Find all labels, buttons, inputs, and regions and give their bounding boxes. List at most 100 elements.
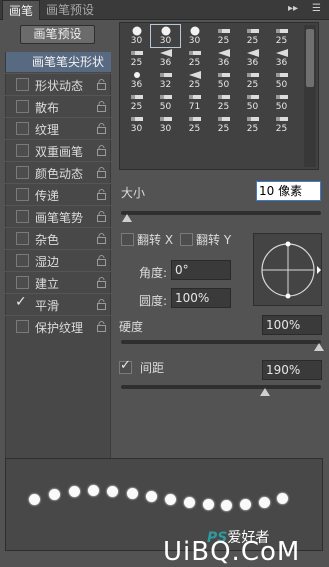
brush-tip-cell[interactable]: 36 <box>209 47 238 69</box>
size-slider-track[interactable] <box>121 211 321 215</box>
brush-tip-cell[interactable]: 25 <box>267 113 296 135</box>
lock-icon[interactable] <box>97 299 106 310</box>
option-scattering[interactable]: 散布 <box>5 95 111 117</box>
brush-tip-cell[interactable]: 50 <box>267 91 296 113</box>
color-dynamics-checkbox[interactable] <box>16 166 29 179</box>
brush-tip-cell[interactable]: 25 <box>267 25 296 47</box>
hardness-input[interactable]: 100% <box>262 315 322 335</box>
lock-icon[interactable] <box>97 79 106 90</box>
spacing-input[interactable]: 190% <box>262 360 322 380</box>
lock-icon[interactable] <box>97 277 106 288</box>
lock-icon[interactable] <box>97 321 106 332</box>
scroll-thumb[interactable] <box>306 29 314 87</box>
spacing-checkbox[interactable]: ✓ <box>119 358 132 374</box>
size-slider-thumb[interactable] <box>122 214 132 222</box>
brush-tip-cell[interactable]: 36 <box>238 47 267 69</box>
shape-dynamics-checkbox[interactable] <box>16 78 29 91</box>
brush-tip-cell[interactable]: 50 <box>209 69 238 91</box>
brush-tip-cell[interactable]: 30 <box>122 25 151 47</box>
option-texture[interactable]: 纹理 <box>5 117 111 139</box>
lock-icon[interactable] <box>97 233 106 244</box>
brush-tip-cell[interactable]: 71 <box>180 91 209 113</box>
brush-tip-icon <box>274 48 290 58</box>
brush-tip-cell[interactable]: 30 <box>151 113 180 135</box>
option-dual-brush[interactable]: 双重画笔 <box>5 139 111 161</box>
lock-icon[interactable] <box>97 255 106 266</box>
option-transfer[interactable]: 传递 <box>5 183 111 205</box>
spacing-slider-track[interactable] <box>121 385 321 389</box>
brush-tip-cell[interactable]: 36 <box>267 47 296 69</box>
option-noise[interactable]: 杂色 <box>5 227 111 249</box>
checkmark-icon[interactable]: ✓ <box>15 294 27 310</box>
lock-icon[interactable] <box>97 189 106 200</box>
brush-tip-size: 71 <box>188 102 201 112</box>
texture-checkbox[interactable] <box>16 122 29 135</box>
brush-tip-cell[interactable]: 50 <box>238 91 267 113</box>
angle-crosshair-icon[interactable] <box>254 234 323 307</box>
brush-tip-cell[interactable]: 25 <box>180 113 209 135</box>
angle-roundness-widget[interactable] <box>253 233 322 306</box>
brush-tip-cell[interactable]: 25 <box>238 25 267 47</box>
option-build-up[interactable]: 建立 <box>5 271 111 293</box>
brush-tip-cell[interactable]: 25 <box>209 113 238 135</box>
brush-tip-cell[interactable]: 25 <box>238 69 267 91</box>
dual-brush-checkbox[interactable] <box>16 144 29 157</box>
brush-pose-checkbox[interactable] <box>16 210 29 223</box>
flip-x-checkbox[interactable] <box>121 233 134 246</box>
lock-icon[interactable] <box>97 211 106 222</box>
option-brush-pose[interactable]: 画笔笔势 <box>5 205 111 227</box>
size-input[interactable]: 10 像素 <box>256 181 321 201</box>
roundness-input[interactable]: 100% <box>171 288 231 308</box>
brush-tip-size: 50 <box>275 80 288 90</box>
brush-tip-cell[interactable]: 25 <box>180 47 209 69</box>
flip-y-checkbox[interactable] <box>180 233 193 246</box>
brush-tip-cell[interactable]: 30 <box>150 24 181 48</box>
brush-tip-cell[interactable]: 32 <box>151 69 180 91</box>
brush-tip-cell[interactable]: 36 <box>151 47 180 69</box>
option-color-dynamics[interactable]: 颜色动态 <box>5 161 111 183</box>
transfer-checkbox[interactable] <box>16 188 29 201</box>
lock-icon[interactable] <box>97 145 106 156</box>
brush-tip-cell[interactable]: 50 <box>267 69 296 91</box>
brush-tip-cell[interactable]: 36 <box>122 69 151 91</box>
brush-tip-cell[interactable]: 30 <box>180 25 209 47</box>
brush-grid-scrollbar[interactable] <box>304 25 316 167</box>
brush-tip-cell[interactable]: 25 <box>122 47 151 69</box>
hardness-slider-thumb[interactable] <box>314 343 324 351</box>
brush-tip-shape-item[interactable]: 画笔笔尖形状 <box>6 52 111 72</box>
brush-tip-cell[interactable]: 25 <box>180 69 209 91</box>
option-protect-texture[interactable]: 保护纹理 <box>5 315 111 337</box>
panel-menu-icon[interactable]: ☰ <box>312 3 321 14</box>
spacing-slider-thumb[interactable] <box>260 388 270 396</box>
brush-tip-cell[interactable]: 30 <box>122 113 151 135</box>
build-up-checkbox[interactable] <box>16 276 29 289</box>
brush-tip-icon <box>216 114 232 124</box>
tab-brush[interactable]: 画笔 <box>2 0 41 20</box>
brush-tip-cell[interactable]: 25 <box>238 113 267 135</box>
lock-icon[interactable] <box>97 167 106 178</box>
option-label: 杂色 <box>35 233 60 247</box>
brush-tip-cell[interactable]: 25 <box>122 91 151 113</box>
scattering-checkbox[interactable] <box>16 100 29 113</box>
option-smoothing[interactable]: ✓ 平滑 <box>5 293 111 315</box>
tab-brush-presets[interactable]: 画笔预设 <box>40 0 100 20</box>
option-wet-edges[interactable]: 湿边 <box>5 249 111 271</box>
brush-presets-button[interactable]: 画笔预设 <box>20 25 95 44</box>
lock-icon[interactable] <box>97 101 106 112</box>
brush-tip-icon <box>245 48 261 58</box>
wet-edges-checkbox[interactable] <box>16 254 29 267</box>
flip-y-control[interactable]: 翻转 Y <box>180 231 231 248</box>
brush-tip-icon <box>158 70 174 80</box>
protect-texture-checkbox[interactable] <box>16 320 29 333</box>
angle-input[interactable]: 0° <box>171 260 231 280</box>
hardness-slider-track[interactable] <box>121 340 321 344</box>
brush-tip-cell[interactable]: 25 <box>209 25 238 47</box>
brush-tip-cell[interactable]: 25 <box>209 91 238 113</box>
collapse-icon[interactable]: ▸▸ <box>288 3 298 14</box>
option-shape-dynamics[interactable]: 形状动态 <box>5 73 111 95</box>
option-label: 颜色动态 <box>35 167 84 181</box>
lock-icon[interactable] <box>97 123 106 134</box>
flip-x-control[interactable]: 翻转 X <box>121 231 173 248</box>
noise-checkbox[interactable] <box>16 232 29 245</box>
brush-tip-cell[interactable]: 50 <box>151 91 180 113</box>
